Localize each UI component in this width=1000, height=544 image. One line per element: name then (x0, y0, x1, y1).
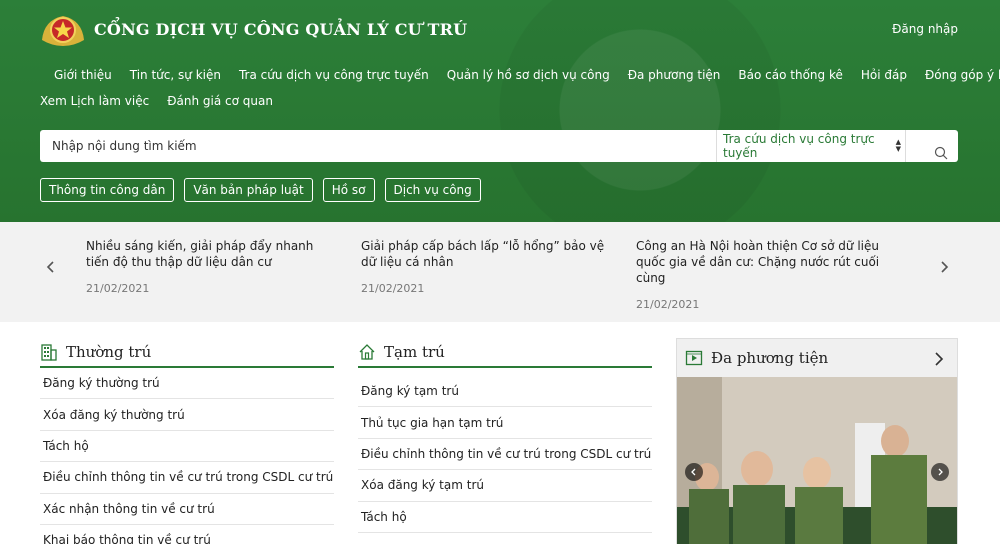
video-icon (685, 350, 703, 366)
main-nav: Giới thiệu Tin tức, sự kiện Tra cứu dịch v… (40, 66, 1000, 118)
list-item[interactable]: Xóa đăng ký tạm trú (358, 470, 652, 502)
news-item[interactable]: Công an Hà Nội hoàn thiện Cơ sở dữ liệu … (636, 238, 886, 311)
news-title[interactable]: Giải pháp cấp bách lấp “lỗ hổng” bảo vệ … (361, 238, 611, 270)
house-icon (359, 344, 375, 360)
search-category-select[interactable]: Tra cứu dịch vụ công trực tuyến ▲ ▼ (716, 130, 906, 162)
thuong-tru-list: Đăng ký thường trú Xóa đăng ký thường trú… (40, 368, 334, 544)
slide-prev-button[interactable] (685, 463, 703, 481)
list-item[interactable]: Khai báo thông tin về cư trú (40, 525, 334, 544)
site-header: CỔNG DỊCH VỤ CÔNG QUẢN LÝ CƯ TRÚ Đăng nh… (0, 0, 1000, 222)
nav-item[interactable]: Tra cứu dịch vụ công trực tuyến (239, 68, 429, 82)
tam-tru-section: Tạm trú Đăng ký tạm trú Thủ tục gia hạn t… (358, 338, 652, 533)
search-category-value: Tra cứu dịch vụ công trực tuyến (723, 132, 875, 160)
news-carousel: Nhiều sáng kiến, giải pháp đẩy nhanh tiế… (0, 222, 1000, 322)
list-item[interactable]: Xác nhận thông tin về cư trú (40, 494, 334, 525)
quick-tag-button[interactable]: Hồ sơ (322, 178, 375, 202)
list-item[interactable]: Thủ tục gia hạn tạm trú (358, 407, 652, 439)
nav-item[interactable]: Giới thiệu (54, 68, 112, 82)
chevron-right-icon[interactable] (938, 260, 950, 274)
login-link[interactable]: Đăng nhập (892, 22, 958, 36)
quick-tag-button[interactable]: Thông tin công dân (40, 178, 175, 202)
news-item[interactable]: Nhiều sáng kiến, giải pháp đẩy nhanh tiế… (86, 238, 336, 295)
news-title[interactable]: Công an Hà Nội hoàn thiện Cơ sở dữ liệu … (636, 238, 886, 286)
nav-item[interactable]: Quản lý hồ sơ dịch vụ công (447, 68, 610, 82)
news-date: 21/02/2021 (361, 282, 425, 295)
news-date: 21/02/2021 (86, 282, 150, 295)
nav-item[interactable]: Báo cáo thống kê (738, 68, 842, 82)
site-title[interactable]: CỔNG DỊCH VỤ CÔNG QUẢN LÝ CƯ TRÚ (94, 20, 467, 39)
media-title: Đa phương tiện (711, 349, 829, 367)
media-panel: Đa phương tiện (676, 338, 958, 544)
news-title[interactable]: Nhiều sáng kiến, giải pháp đẩy nhanh tiế… (86, 238, 336, 270)
chevron-right-icon (938, 468, 943, 476)
search-input[interactable] (40, 130, 696, 162)
chevron-left-icon (691, 468, 696, 476)
list-item[interactable]: Điều chỉnh thông tin về cư trú trong CSD… (358, 439, 652, 471)
building-icon (41, 344, 57, 361)
media-photo[interactable] (677, 377, 957, 544)
tam-tru-list: Đăng ký tạm trú Thủ tục gia hạn tạm trú Đi… (358, 376, 652, 533)
slide-next-button[interactable] (931, 463, 949, 481)
nav-item[interactable]: Xem Lịch làm việc (40, 94, 149, 108)
list-item[interactable]: Điều chỉnh thông tin về cư trú trong CSD… (40, 462, 334, 494)
list-item[interactable]: Đăng ký thường trú (40, 368, 334, 400)
list-item[interactable]: Đăng ký tạm trú (358, 376, 652, 408)
select-arrows-icon: ▲ ▼ (895, 138, 901, 153)
quick-tag-button[interactable]: Văn bản pháp luật (184, 178, 313, 202)
list-item[interactable]: Tách hộ (40, 431, 334, 463)
police-emblem-logo[interactable] (40, 10, 86, 48)
nav-item[interactable]: Đa phương tiện (628, 68, 721, 82)
search-bar: Tra cứu dịch vụ công trực tuyến ▲▼ (40, 130, 958, 162)
nav-item[interactable]: Hỏi đáp (861, 68, 907, 82)
list-item[interactable]: Xóa đăng ký thường trú (40, 399, 334, 431)
nav-row-1: Giới thiệu Tin tức, sự kiện Tra cứu dịch v… (40, 66, 1000, 84)
nav-item[interactable]: Đánh giá cơ quan (167, 94, 273, 108)
nav-row-2: Xem Lịch làm việc Đánh giá cơ quan (40, 92, 960, 110)
quick-tags: Thông tin công dân Văn bản pháp luật Hồ sơ… (40, 178, 491, 202)
news-date: 21/02/2021 (636, 298, 700, 311)
nav-item[interactable]: Tin tức, sự kiện (130, 68, 221, 82)
quick-tag-button[interactable]: Dịch vụ công (384, 178, 481, 202)
news-item[interactable]: Giải pháp cấp bách lấp “lỗ hổng” bảo vệ … (361, 238, 611, 295)
tam-tru-header: Tạm trú (358, 338, 652, 368)
media-header[interactable]: Đa phương tiện (677, 339, 957, 377)
thuong-tru-header: Thường trú (40, 338, 334, 368)
meeting-photo-image (677, 377, 957, 544)
search-icon (934, 146, 948, 160)
section-title: Thường trú (66, 343, 152, 361)
list-item[interactable]: Tách hộ (358, 502, 652, 533)
section-title: Tạm trú (384, 343, 445, 361)
search-button[interactable] (924, 130, 958, 162)
thuong-tru-section: Thường trú Đăng ký thường trú Xóa đăng ký… (40, 338, 334, 544)
nav-item[interactable]: Đóng góp ý kiến (925, 68, 1000, 82)
chevron-left-icon[interactable] (45, 260, 57, 274)
chevron-right-icon[interactable] (933, 351, 945, 367)
